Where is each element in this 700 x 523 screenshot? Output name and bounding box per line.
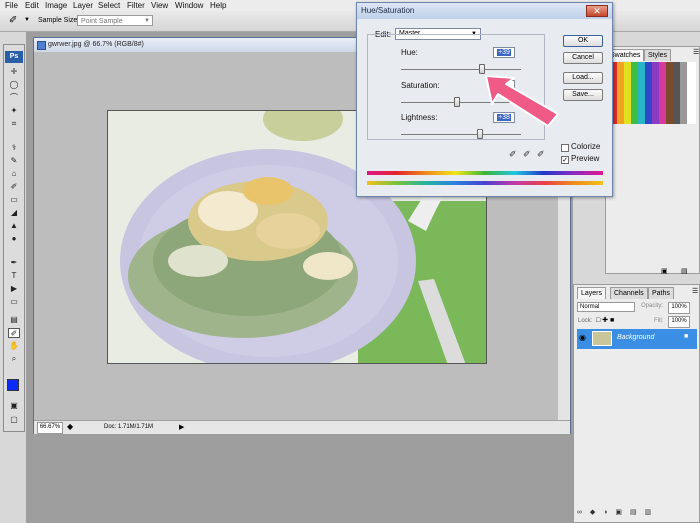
document-status-bar: 66.67% ◆ Doc: 1.71M/1.71M ▶ <box>34 420 570 434</box>
tab-layers[interactable]: Layers <box>577 287 607 299</box>
tool-preset-arrow-icon[interactable]: ▼ <box>24 15 30 26</box>
tools-panel: Ps ✛ ◯ ⌒ ✦ ⌗ ⚕ ✎ ⌂ ✐ ▭ ◢ ▲ ● ✒ T ▶ ▭ ▤ ✐… <box>3 44 25 432</box>
eyedropper-icon[interactable]: ✐ <box>9 15 17 26</box>
document-icon <box>37 41 46 50</box>
new-swatch-icon[interactable]: ▣ <box>661 267 668 275</box>
chevron-down-icon: ▼ <box>144 18 150 24</box>
panel-menu-icon[interactable]: ☰ <box>693 48 699 56</box>
menu-file[interactable]: File <box>5 0 18 11</box>
healing-brush-tool-icon[interactable]: ⚕ <box>8 143 20 153</box>
swatch-grid[interactable] <box>610 62 696 124</box>
tab-paths[interactable]: Paths <box>648 287 674 299</box>
lock-icons[interactable]: □ ✚ ■ <box>596 316 614 324</box>
sample-size-label: Sample Size: <box>38 17 80 24</box>
eyedropper-icon[interactable]: ✐ <box>509 149 517 160</box>
magic-wand-tool-icon[interactable]: ✦ <box>8 106 20 116</box>
close-icon[interactable]: ✕ <box>586 5 608 17</box>
dialog-title: Hue/Saturation <box>361 6 415 15</box>
hand-tool-icon[interactable]: ✋ <box>8 341 20 351</box>
colorize-label: Colorize <box>571 142 601 151</box>
status-menu-icon[interactable]: ◆ <box>67 422 73 431</box>
document-title: gwrwer.jpg @ 66.7% (RGB/8#) <box>48 41 144 48</box>
colorize-checkbox[interactable] <box>561 144 569 152</box>
preview-checkbox[interactable]: ✓ <box>561 156 569 164</box>
blur-tool-icon[interactable]: ▲ <box>8 221 20 231</box>
lightness-slider-track[interactable] <box>401 134 521 135</box>
layer-row-background[interactable]: ◉ Background ■ <box>577 329 697 349</box>
status-arrow-icon[interactable]: ▶ <box>179 422 184 433</box>
eyedropper-minus-icon[interactable]: ✐ <box>537 149 545 160</box>
pen-tool-icon[interactable]: ✒ <box>8 258 20 268</box>
swatches-panel: Swatches Styles ☰ ▣ ▤ <box>605 46 700 275</box>
eyedropper-tool-icon[interactable]: ✐ <box>8 328 20 338</box>
fill-field[interactable]: 100% <box>668 316 690 328</box>
zoom-tool-icon[interactable]: ⌕ <box>8 354 20 364</box>
eye-icon[interactable]: ◉ <box>579 333 586 342</box>
dialog-titlebar[interactable]: Hue/Saturation ✕ <box>357 3 612 19</box>
pointer-arrow-icon <box>485 75 559 127</box>
path-selection-tool-icon[interactable]: ▶ <box>8 284 20 294</box>
delete-swatch-icon[interactable]: ▤ <box>681 267 688 275</box>
marquee-tool-icon[interactable]: ◯ <box>8 80 20 90</box>
save-button[interactable]: Save... <box>563 89 603 101</box>
menu-filter[interactable]: Filter <box>127 0 145 11</box>
menu-window[interactable]: Window <box>175 0 203 11</box>
opacity-field[interactable]: 100% <box>668 302 690 314</box>
dodge-tool-icon[interactable]: ● <box>8 234 20 244</box>
fill-label: Fill: <box>654 318 664 324</box>
cancel-button[interactable]: Cancel <box>563 52 603 64</box>
ps-logo: Ps <box>5 51 23 63</box>
load-button[interactable]: Load... <box>563 72 603 84</box>
tab-styles[interactable]: Styles <box>644 49 672 61</box>
ok-button[interactable]: OK <box>563 35 603 47</box>
brush-tool-icon[interactable]: ✎ <box>8 156 20 166</box>
move-tool-icon[interactable]: ✛ <box>8 67 20 77</box>
layer-footer-icons[interactable]: ∞ ◆ ◑ ▣ ▤ ▥ <box>577 507 697 519</box>
type-tool-icon[interactable]: T <box>8 271 20 281</box>
menu-image[interactable]: Image <box>45 0 67 11</box>
lasso-tool-icon[interactable]: ⌒ <box>8 93 20 103</box>
panel-menu-icon[interactable]: ☰ <box>692 287 698 295</box>
history-brush-tool-icon[interactable]: ✐ <box>8 182 20 192</box>
eyedropper-plus-icon[interactable]: ✐ <box>523 149 531 160</box>
paint-bucket-tool-icon[interactable]: ◢ <box>8 208 20 218</box>
sample-size-value: Point Sample <box>81 18 123 25</box>
notes-tool-icon[interactable]: ▤ <box>8 315 20 325</box>
eraser-tool-icon[interactable]: ▭ <box>8 195 20 205</box>
layer-thumbnail <box>592 331 612 346</box>
lock-label: Lock: <box>578 318 593 324</box>
tab-channels[interactable]: Channels <box>610 287 648 299</box>
sample-size-select[interactable]: Point Sample ▼ <box>77 15 153 26</box>
foreground-color-swatch[interactable] <box>7 379 19 391</box>
crop-tool-icon[interactable]: ⌗ <box>8 119 20 129</box>
hue-spectrum-bar-original <box>367 171 603 175</box>
saturation-slider-thumb[interactable] <box>454 97 460 107</box>
screen-mode-icon[interactable]: ▢ <box>8 415 20 425</box>
blend-mode-select[interactable]: Normal <box>577 302 635 312</box>
hue-spectrum-bar-adjusted <box>367 181 603 185</box>
menu-help[interactable]: Help <box>210 0 226 11</box>
preview-label: Preview <box>571 154 600 163</box>
layers-panel: Layers Channels Paths ☰ Normal Opacity: … <box>573 284 700 523</box>
hue-value: +39 <box>497 49 511 56</box>
shape-tool-icon[interactable]: ▭ <box>8 297 20 307</box>
menu-select[interactable]: Select <box>98 0 120 11</box>
opacity-label: Opacity: <box>641 303 664 309</box>
doc-size-info: Doc: 1.71M/1.71M <box>104 424 154 430</box>
clone-stamp-tool-icon[interactable]: ⌂ <box>8 169 20 179</box>
hue-label: Hue: <box>401 48 418 57</box>
lightness-label: Lightness: <box>401 113 438 122</box>
hue-field[interactable]: +39 <box>493 47 515 58</box>
menu-edit[interactable]: Edit <box>25 0 39 11</box>
lightness-slider-thumb[interactable] <box>477 129 483 139</box>
saturation-label: Saturation: <box>401 81 440 90</box>
lock-icon: ■ <box>684 333 689 340</box>
menu-layer[interactable]: Layer <box>73 0 93 11</box>
menu-view[interactable]: View <box>151 0 168 11</box>
zoom-field[interactable]: 66.67% <box>37 422 63 434</box>
quick-mask-icon[interactable]: ▣ <box>8 401 20 411</box>
layer-name: Background <box>617 334 655 341</box>
